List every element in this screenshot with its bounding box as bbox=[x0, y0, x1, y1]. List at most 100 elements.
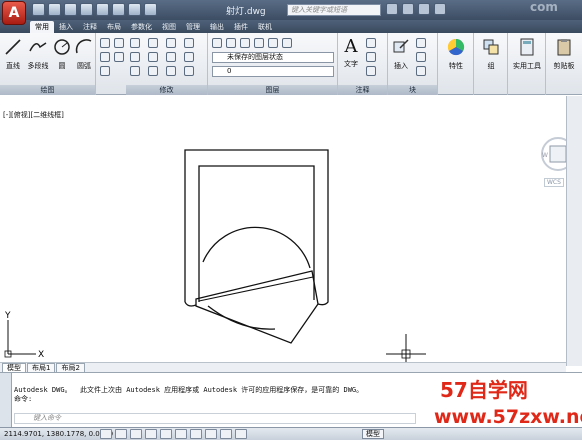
snap-icon[interactable] bbox=[100, 429, 112, 439]
tab-parametric[interactable]: 参数化 bbox=[126, 21, 157, 33]
osnap-icon[interactable] bbox=[160, 429, 172, 439]
save-as-icon[interactable] bbox=[80, 3, 93, 16]
modify-panel-label[interactable]: 修改 bbox=[126, 85, 207, 95]
model-space-button[interactable]: 模型 bbox=[362, 429, 384, 439]
command-window-grip[interactable] bbox=[0, 373, 12, 428]
block-panel-label[interactable]: 块 bbox=[388, 85, 437, 95]
undo-icon[interactable] bbox=[112, 3, 125, 16]
outer-housing-corner bbox=[184, 301, 197, 307]
tab-online[interactable]: 联机 bbox=[253, 21, 277, 33]
annotation-panel-label[interactable]: 注释 bbox=[338, 85, 387, 95]
dimension-icon[interactable] bbox=[366, 38, 376, 48]
move-icon[interactable] bbox=[130, 38, 140, 48]
rectangle-icon[interactable] bbox=[100, 38, 110, 48]
edit-block-icon[interactable] bbox=[416, 52, 426, 62]
clipboard-label: 剪贴板 bbox=[553, 62, 575, 70]
search-icon[interactable] bbox=[386, 3, 398, 15]
lens-inner-line bbox=[198, 276, 314, 302]
region-icon[interactable] bbox=[100, 66, 110, 76]
tab-output[interactable]: 输出 bbox=[205, 21, 229, 33]
copy-icon[interactable] bbox=[130, 52, 140, 62]
workspace-dropdown-icon[interactable] bbox=[144, 3, 157, 16]
new-icon[interactable] bbox=[32, 3, 45, 16]
scale-icon[interactable] bbox=[148, 66, 158, 76]
wcs-label[interactable]: WCS bbox=[544, 178, 564, 187]
gradient-icon[interactable] bbox=[114, 52, 124, 62]
mirror-icon[interactable] bbox=[148, 52, 158, 62]
grid-icon[interactable] bbox=[115, 429, 127, 439]
circle-button[interactable]: 圆 bbox=[52, 37, 72, 71]
communication-center-icon[interactable] bbox=[402, 3, 414, 15]
ellipse-icon[interactable] bbox=[114, 38, 124, 48]
tilted-lens bbox=[195, 270, 319, 344]
polyline-button[interactable]: 多段线 bbox=[25, 37, 51, 71]
tab-insert[interactable]: 插入 bbox=[54, 21, 78, 33]
otrack-icon[interactable] bbox=[175, 429, 187, 439]
arc-button[interactable]: 圆弧 bbox=[74, 37, 94, 71]
annotation-panel: A 文字 注释 bbox=[338, 33, 388, 95]
coordinate-readout[interactable]: 2114.9701, 1380.1778, 0.0000 bbox=[4, 430, 113, 438]
layer-previous-icon[interactable] bbox=[282, 38, 292, 48]
layer-match-icon[interactable] bbox=[268, 38, 278, 48]
layer-isolate-icon[interactable] bbox=[254, 38, 264, 48]
title-bar: 射灯.dwg 键入关键字或短语 com bbox=[0, 0, 582, 20]
help-icon[interactable] bbox=[434, 3, 446, 15]
polar-icon[interactable] bbox=[145, 429, 157, 439]
arc-icon bbox=[75, 39, 92, 54]
utilities-button[interactable]: 实用工具 bbox=[510, 37, 544, 71]
ducs-icon[interactable] bbox=[190, 429, 202, 439]
explode-icon[interactable] bbox=[184, 52, 194, 62]
table-icon[interactable] bbox=[366, 66, 376, 76]
dyn-icon[interactable] bbox=[205, 429, 217, 439]
layer-properties-icon[interactable] bbox=[212, 38, 222, 48]
offset-icon[interactable] bbox=[184, 66, 194, 76]
insert-button[interactable]: 插入 bbox=[390, 37, 412, 71]
ortho-icon[interactable] bbox=[130, 429, 142, 439]
layer-lock-icon[interactable] bbox=[240, 38, 250, 48]
erase-icon[interactable] bbox=[184, 38, 194, 48]
layers-panel-label[interactable]: 图层 bbox=[208, 85, 337, 95]
leader-icon[interactable] bbox=[366, 52, 376, 62]
attribute-icon[interactable] bbox=[416, 66, 426, 76]
redo-icon[interactable] bbox=[128, 3, 141, 16]
circle-label: 圆 bbox=[58, 62, 66, 70]
clipboard-button[interactable]: 剪贴板 bbox=[548, 37, 580, 71]
tab-model[interactable]: 模型 bbox=[2, 363, 26, 372]
trim-icon[interactable] bbox=[166, 38, 176, 48]
vertical-scrollbar[interactable] bbox=[566, 96, 582, 366]
application-menu-button[interactable]: A bbox=[2, 1, 26, 25]
line-button[interactable]: 直线 bbox=[2, 37, 24, 71]
rotate-icon[interactable] bbox=[148, 38, 158, 48]
lineweight-icon[interactable] bbox=[220, 429, 232, 439]
command-history: Autodesk DWG。 此文件上次由 Autodesk 应用程序或 Auto… bbox=[14, 386, 363, 404]
array-icon[interactable] bbox=[166, 66, 176, 76]
stretch-icon[interactable] bbox=[130, 66, 140, 76]
draw-panel-label[interactable]: 绘图 bbox=[0, 85, 95, 95]
tab-layout1[interactable]: 布局1 bbox=[27, 363, 56, 372]
layer-freeze-icon[interactable] bbox=[226, 38, 236, 48]
layer-state-dropdown[interactable]: 未保存的图层状态 bbox=[212, 52, 334, 63]
create-block-icon[interactable] bbox=[416, 38, 426, 48]
save-icon[interactable] bbox=[64, 3, 77, 16]
drawing-area[interactable]: Y X bbox=[0, 96, 566, 362]
fillet-icon[interactable] bbox=[166, 52, 176, 62]
search-input[interactable]: 键入关键字或短语 bbox=[287, 4, 381, 16]
plot-icon[interactable] bbox=[96, 3, 109, 16]
tab-annotate[interactable]: 注释 bbox=[78, 21, 102, 33]
tab-layout[interactable]: 布局 bbox=[102, 21, 126, 33]
command-input[interactable]: 键入命令 bbox=[14, 413, 416, 424]
tab-manage[interactable]: 管理 bbox=[181, 21, 205, 33]
transparency-icon[interactable] bbox=[235, 429, 247, 439]
tab-view[interactable]: 视图 bbox=[157, 21, 181, 33]
open-icon[interactable] bbox=[48, 3, 61, 16]
properties-button[interactable]: 特性 bbox=[442, 37, 470, 71]
tab-layout2[interactable]: 布局2 bbox=[56, 363, 85, 372]
favorites-icon[interactable] bbox=[418, 3, 430, 15]
viewport-label[interactable]: [-][俯视][二维线框] bbox=[3, 110, 64, 120]
current-layer-dropdown[interactable]: 0 bbox=[212, 66, 334, 77]
tab-home[interactable]: 常用 bbox=[30, 21, 54, 33]
group-button[interactable]: 组 bbox=[478, 37, 504, 71]
tab-plugins[interactable]: 插件 bbox=[229, 21, 253, 33]
text-button[interactable]: A 文字 bbox=[340, 37, 362, 69]
hatch-icon[interactable] bbox=[100, 52, 110, 62]
